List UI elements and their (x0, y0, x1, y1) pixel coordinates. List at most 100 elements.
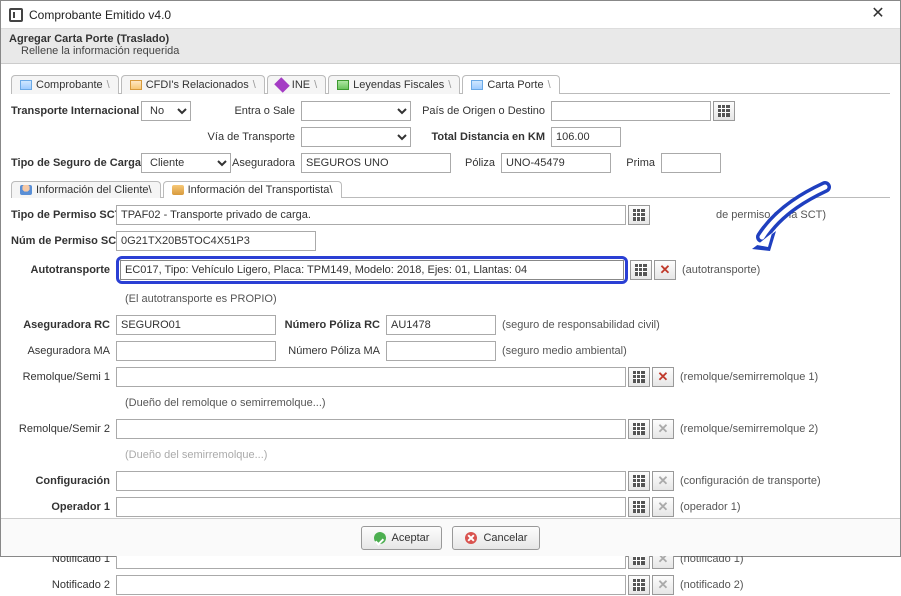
via-transporte-select[interactable] (301, 127, 411, 147)
tab-label: Leyendas Fiscales (353, 79, 444, 91)
remolque1-clear-button[interactable]: ✕ (652, 367, 674, 387)
autotransporte-label: Autotransporte (11, 264, 116, 276)
subtab-cliente[interactable]: Información del Cliente\ (11, 181, 161, 198)
button-label: Aceptar (392, 532, 430, 544)
subtab-transportista[interactable]: Información del Transportista\ (163, 181, 342, 198)
operador1-input[interactable] (116, 497, 626, 517)
remolque2-input[interactable] (116, 419, 626, 439)
poliza-label: Póliza (451, 157, 501, 169)
tab-label: Carta Porte (487, 79, 543, 91)
grid-icon (633, 423, 645, 435)
tipo-permiso-lookup-button[interactable] (628, 205, 650, 225)
notificado2-clear-button[interactable]: ✕ (652, 575, 674, 595)
tipo-permiso-input[interactable] (116, 205, 626, 225)
configuracion-lookup-button[interactable] (628, 471, 650, 491)
close-icon[interactable]: ✕ (864, 5, 892, 25)
configuracion-clear-button[interactable]: ✕ (652, 471, 674, 491)
button-label: Cancelar (483, 532, 527, 544)
tab-ine[interactable]: INE\ (267, 75, 326, 94)
num-poliza-ma-label: Número Póliza MA (276, 345, 386, 357)
tab-carta-porte[interactable]: Carta Porte\ (462, 75, 559, 94)
operador1-clear-button[interactable]: ✕ (652, 497, 674, 517)
pais-origen-lookup-button[interactable] (713, 101, 735, 121)
pais-origen-label: País de Origen o Destino (411, 105, 551, 117)
subtab-label: Información del Transportista (188, 184, 330, 196)
remolque2-clear-button[interactable]: ✕ (652, 419, 674, 439)
remolque1-input[interactable] (116, 367, 626, 387)
aseguradora-input[interactable] (301, 153, 451, 173)
grid-icon (718, 105, 730, 117)
tipo-permiso-label: Tipo de Permiso SCT (11, 209, 116, 221)
autotransporte-lookup-button[interactable] (630, 260, 652, 280)
remolque2-lookup-button[interactable] (628, 419, 650, 439)
x-icon: ✕ (658, 423, 669, 435)
tab-cfdis-relacionados[interactable]: CFDI's Relacionados\ (121, 75, 265, 94)
configuracion-hint: (configuración de transporte) (674, 475, 821, 487)
subheader-title: Agregar Carta Porte (Traslado) (9, 33, 892, 45)
notificado2-label: Notificado 2 (11, 579, 116, 591)
aseguradora-label: Aseguradora (231, 157, 301, 169)
remolque2-hint: (remolque/semirremolque 2) (674, 423, 818, 435)
aseguradora-rc-input[interactable] (116, 315, 276, 335)
x-icon: ✕ (658, 475, 669, 487)
autotransporte-highlight (116, 256, 628, 284)
tab-label: INE (292, 79, 310, 91)
grid-icon (633, 501, 645, 513)
cancelar-button[interactable]: Cancelar (452, 526, 540, 550)
tipo-seguro-select[interactable]: Cliente (141, 153, 231, 173)
remolque1-label: Remolque/Semi 1 (11, 371, 116, 383)
cancel-icon (465, 532, 477, 544)
remolque2-note: (Dueño del semirremolque...) (119, 449, 267, 461)
notificado2-lookup-button[interactable] (628, 575, 650, 595)
subheader-subtitle: Rellene la información requerida (21, 45, 892, 57)
aseguradora-ma-input[interactable] (116, 341, 276, 361)
remolque2-label: Remolque/Semir 2 (11, 423, 116, 435)
operador1-hint: (operador 1) (674, 501, 741, 513)
tab-label: CFDI's Relacionados (146, 79, 249, 91)
num-permiso-label: Núm de Permiso SCT (11, 235, 116, 247)
document-icon (471, 80, 483, 90)
sub-tabs: Información del Cliente\ Información del… (11, 178, 890, 198)
poliza-input[interactable] (501, 153, 611, 173)
autotransporte-hint: (autotransporte) (676, 264, 760, 276)
num-poliza-rc-input[interactable] (386, 315, 496, 335)
remolque1-hint: (remolque/semirremolque 1) (674, 371, 818, 383)
configuracion-input[interactable] (116, 471, 626, 491)
transporte-internacional-label: Transporte Internacional (11, 105, 141, 117)
tipo-seguro-label: Tipo de Seguro de Carga (11, 157, 141, 169)
grid-icon (633, 475, 645, 487)
check-icon (374, 532, 386, 544)
num-permiso-input[interactable] (116, 231, 316, 251)
related-icon (130, 80, 142, 90)
aceptar-button[interactable]: Aceptar (361, 526, 443, 550)
num-poliza-rc-label: Número Póliza RC (276, 319, 386, 331)
operador1-lookup-button[interactable] (628, 497, 650, 517)
footer: Aceptar Cancelar (1, 518, 900, 556)
tab-comprobante[interactable]: Comprobante\ (11, 75, 119, 94)
autotransporte-clear-button[interactable]: ✕ (654, 260, 676, 280)
grid-icon (635, 264, 647, 276)
rc-hint: (seguro de responsabilidad civil) (496, 319, 660, 331)
grid-icon (633, 209, 645, 221)
notificado2-input[interactable] (116, 575, 626, 595)
total-distancia-label: Total Distancia en KM (411, 131, 551, 143)
autotransporte-note: (El autotransporte es PROPIO) (119, 293, 277, 305)
tipo-permiso-hint: de permiso de la SCT) (710, 209, 826, 221)
pais-origen-input[interactable] (551, 101, 711, 121)
autotransporte-input[interactable] (120, 260, 624, 280)
entra-sale-select[interactable] (301, 101, 411, 121)
x-icon: ✕ (658, 371, 669, 383)
transporte-internacional-select[interactable]: No (141, 101, 191, 121)
x-icon: ✕ (658, 579, 669, 591)
tab-leyendas-fiscales[interactable]: Leyendas Fiscales\ (328, 75, 460, 94)
prima-input[interactable] (661, 153, 721, 173)
main-tabs: Comprobante\ CFDI's Relacionados\ INE\ L… (11, 72, 890, 94)
truck-icon (172, 185, 184, 195)
total-distancia-input[interactable] (551, 127, 621, 147)
ma-hint: (seguro medio ambiental) (496, 345, 627, 357)
num-poliza-ma-input[interactable] (386, 341, 496, 361)
titlebar: Comprobante Emitido v4.0 ✕ (1, 1, 900, 29)
leyendas-icon (337, 80, 349, 90)
aseguradora-rc-label: Aseguradora RC (11, 319, 116, 331)
remolque1-lookup-button[interactable] (628, 367, 650, 387)
